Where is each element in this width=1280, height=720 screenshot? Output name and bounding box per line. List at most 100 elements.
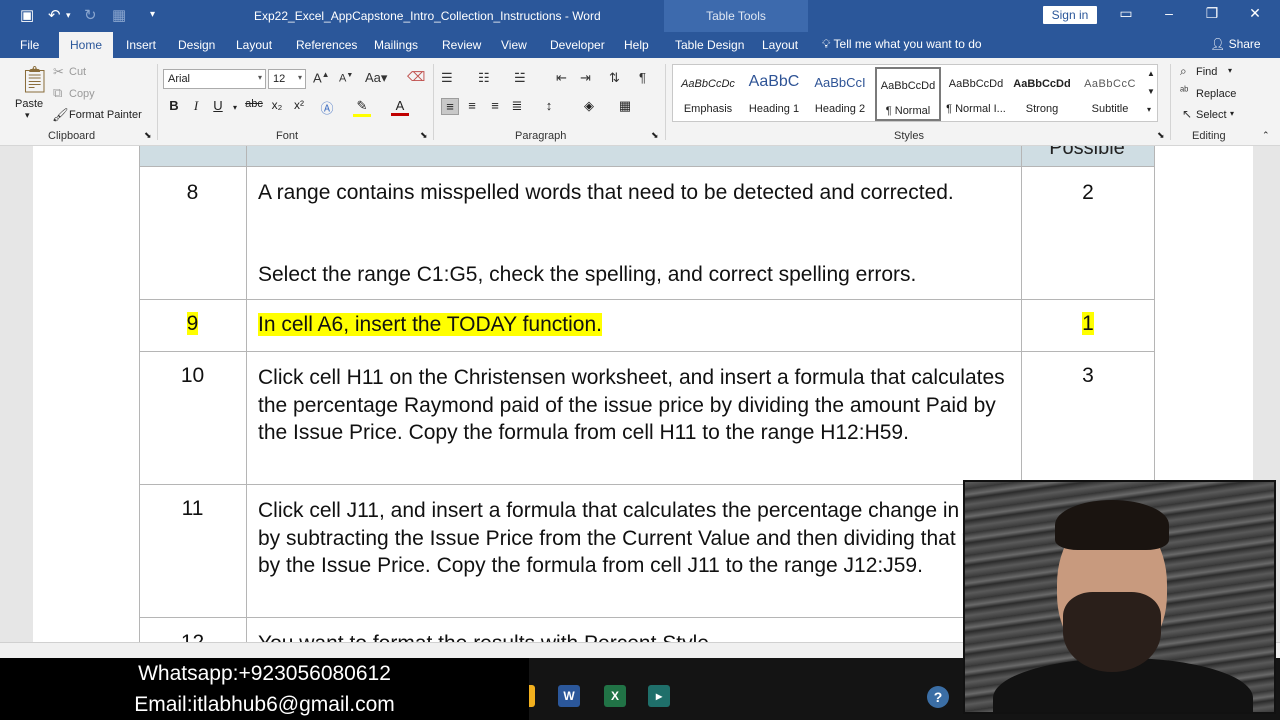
divider — [157, 64, 158, 140]
tab-table-design[interactable]: Table Design — [675, 38, 744, 52]
tab-design[interactable]: Design — [178, 38, 215, 52]
paragraph-launcher-icon[interactable]: ⬊ — [651, 130, 659, 141]
decrease-indent-icon[interactable]: ⇤ — [556, 70, 567, 86]
subscript-icon[interactable]: x₂ — [268, 98, 286, 112]
copy-button[interactable]: Copy — [69, 88, 95, 100]
line-spacing-icon[interactable]: ↕ — [540, 98, 558, 113]
style-subtitle[interactable]: AaBbCcC Subtitle — [1077, 67, 1143, 121]
strikethrough-icon[interactable]: abc — [245, 98, 263, 110]
style-heading-1[interactable]: AaBbC Heading 1 — [741, 67, 807, 121]
find-dropdown-icon[interactable]: ▾ — [1228, 66, 1232, 75]
step-number: 12 — [139, 631, 246, 642]
tell-me-search[interactable]: 💡︎ Tell me what you want to do — [822, 37, 982, 52]
sort-icon[interactable]: ⇅ — [609, 70, 620, 86]
tab-layout[interactable]: Layout — [236, 38, 272, 52]
styles-launcher-icon[interactable]: ⬊ — [1157, 130, 1165, 141]
sign-in-button[interactable]: Sign in — [1043, 6, 1097, 24]
underline-icon[interactable]: U — [209, 98, 227, 113]
tab-file[interactable]: File — [20, 38, 39, 52]
ribbon-display-icon[interactable]: ▭ — [1116, 5, 1136, 22]
align-center-icon[interactable]: ≡ — [463, 98, 481, 113]
styles-scroll-up-icon[interactable]: ▲ — [1147, 69, 1155, 78]
clipboard-launcher-icon[interactable]: ⬊ — [144, 130, 152, 141]
align-right-icon[interactable]: ≡ — [486, 98, 504, 113]
cut-button[interactable]: Cut — [69, 66, 86, 78]
paste-dropdown-icon[interactable]: ▾ — [25, 110, 30, 121]
minimize-icon[interactable]: – — [1159, 5, 1179, 21]
table-row[interactable]: 9 In cell A6, insert the TODAY function.… — [139, 300, 1155, 352]
select-dropdown-icon[interactable]: ▾ — [1230, 109, 1234, 118]
superscript-icon[interactable]: x² — [290, 98, 308, 112]
shading-icon[interactable]: ◈ — [580, 98, 598, 114]
clear-formatting-icon[interactable]: ⌫ — [407, 69, 425, 85]
align-left-icon[interactable]: ≡ — [441, 98, 459, 115]
format-painter-button[interactable]: Format Painter — [69, 109, 142, 121]
customize-qat-icon[interactable]: ▾ — [150, 9, 155, 20]
bullets-icon[interactable]: ☰ — [441, 70, 453, 86]
word-taskbar-icon[interactable]: W — [558, 685, 580, 707]
text-effects-icon[interactable]: Ⓐ — [318, 98, 336, 117]
tab-view[interactable]: View — [501, 38, 527, 52]
divider — [665, 64, 666, 140]
find-button[interactable]: Find — [1196, 66, 1217, 78]
table-row[interactable]: 10 Click cell H11 on the Christensen wor… — [139, 352, 1155, 485]
restore-icon[interactable]: ❐ — [1202, 5, 1222, 22]
grow-font-icon[interactable]: A▲ — [313, 70, 330, 85]
tab-developer[interactable]: Developer — [550, 38, 605, 52]
highlight-color-icon[interactable]: ✎ — [353, 98, 371, 117]
style-strong[interactable]: AaBbCcDd Strong — [1009, 67, 1075, 121]
undo-icon[interactable]: ↶ — [48, 6, 61, 24]
style-normal-indent[interactable]: AaBbCcDd ¶ Normal I... — [943, 67, 1009, 121]
presenter-beard — [1063, 592, 1161, 672]
bold-icon[interactable]: B — [165, 98, 183, 113]
font-color-icon[interactable]: A — [391, 98, 409, 116]
share-button[interactable]: 👤︎ Share — [1210, 37, 1261, 51]
step-instruction-detail: Select the range C1:G5, check the spelli… — [258, 263, 917, 286]
table-border — [246, 146, 247, 642]
font-family-select[interactable]: Arial ▾ — [163, 69, 266, 89]
change-case-icon[interactable]: Aa▾ — [365, 70, 387, 86]
close-icon[interactable]: ✕ — [1245, 5, 1265, 22]
title-bar: ▣ ↶ ▾ ↻ ▦ ▾ Exp22_Excel_AppCapstone_Intr… — [0, 0, 1280, 32]
repeat-icon[interactable]: ▦ — [112, 6, 126, 24]
help-icon[interactable]: ? — [927, 686, 949, 708]
italic-icon[interactable]: I — [187, 98, 205, 114]
collapse-ribbon-icon[interactable]: ⌃ — [1262, 130, 1270, 141]
ribbon-home: 📋︎ Paste ▾ ✂ Cut ⧉ Copy 🖌︎ Format Painte… — [0, 58, 1280, 146]
increase-indent-icon[interactable]: ⇥ — [580, 70, 591, 86]
borders-icon[interactable]: ▦ — [616, 98, 634, 114]
styles-more-icon[interactable]: ▾ — [1147, 105, 1151, 114]
numbering-icon[interactable]: ☷ — [478, 70, 490, 86]
paste-icon[interactable]: 📋︎ — [18, 64, 51, 95]
styles-scroll-down-icon[interactable]: ▼ — [1147, 87, 1155, 96]
underline-dropdown-icon[interactable]: ▾ — [226, 103, 244, 112]
divider — [433, 64, 434, 140]
excel-taskbar-icon[interactable]: X — [604, 685, 626, 707]
style-emphasis[interactable]: AaBbCcDc Emphasis — [675, 67, 741, 121]
tab-insert[interactable]: Insert — [126, 38, 156, 52]
select-button[interactable]: Select — [1196, 109, 1227, 121]
redo-icon[interactable]: ↻ — [84, 6, 97, 24]
save-icon[interactable]: ▣ — [20, 6, 34, 24]
tab-references[interactable]: References — [296, 38, 357, 52]
style-heading-2[interactable]: AaBbCcI Heading 2 — [807, 67, 873, 121]
font-size-select[interactable]: 12 ▾ — [268, 69, 306, 89]
style-normal[interactable]: AaBbCcDd ¶ Normal — [875, 67, 941, 121]
tab-table-layout[interactable]: Layout — [762, 38, 798, 52]
multilevel-list-icon[interactable]: ☱ — [514, 70, 526, 86]
show-formatting-icon[interactable]: ¶ — [639, 70, 646, 85]
undo-dropdown-icon[interactable]: ▾ — [66, 10, 71, 21]
app-taskbar-icon[interactable]: ▸ — [648, 685, 670, 707]
justify-icon[interactable]: ≣ — [508, 98, 526, 114]
cut-icon: ✂ — [53, 64, 64, 79]
font-launcher-icon[interactable]: ⬊ — [420, 130, 428, 141]
tab-help[interactable]: Help — [624, 38, 649, 52]
table-row[interactable]: 8 A range contains misspelled words that… — [139, 167, 1155, 300]
tab-mailings[interactable]: Mailings — [374, 38, 418, 52]
tab-review[interactable]: Review — [442, 38, 481, 52]
paste-button[interactable]: Paste — [15, 98, 43, 110]
shrink-font-icon[interactable]: A▼ — [339, 72, 353, 85]
replace-button[interactable]: Replace — [1196, 88, 1236, 100]
tab-home[interactable]: Home — [59, 32, 114, 58]
contact-banner: Whatsapp:+923056080612 Email:itlabhub6@g… — [0, 658, 529, 720]
